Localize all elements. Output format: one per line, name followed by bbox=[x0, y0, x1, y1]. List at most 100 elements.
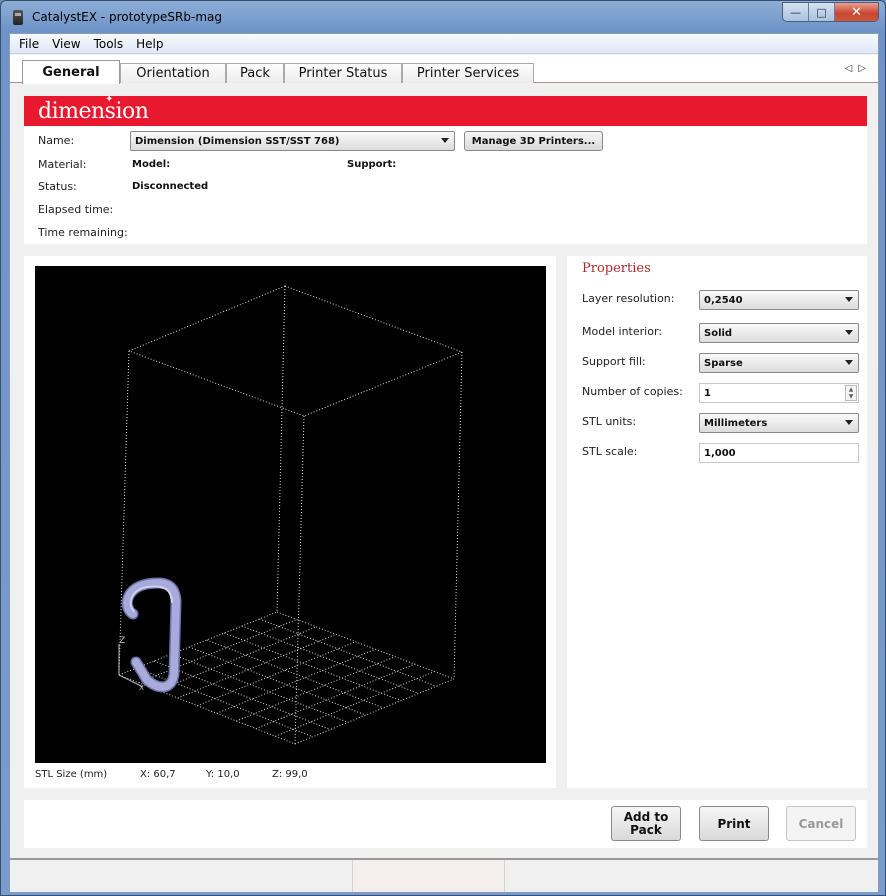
support-fill-select[interactable]: Sparse bbox=[699, 353, 859, 373]
stl-size-x: X: 60,7 bbox=[140, 769, 176, 780]
3d-viewport[interactable]: Z X bbox=[35, 266, 546, 763]
stl-scale-label: STL scale: bbox=[582, 445, 638, 458]
grid-line bbox=[157, 626, 317, 691]
envelope-edge-right bbox=[453, 351, 463, 680]
grid-line bbox=[294, 678, 455, 745]
grid-line bbox=[153, 660, 331, 731]
layer-resolution-label: Layer resolution: bbox=[582, 292, 675, 305]
window-controls: — □ ✕ bbox=[782, 2, 879, 22]
model-interior-value: Solid bbox=[704, 327, 733, 339]
grid-line bbox=[197, 641, 356, 707]
name-label: Name: bbox=[38, 134, 75, 147]
status-segment bbox=[504, 860, 505, 892]
app-window: CatalystEX - prototypeSRb-mag — □ ✕ File… bbox=[0, 0, 886, 896]
copies-stepper[interactable]: 1 ▲ ▼ bbox=[699, 383, 859, 403]
properties-title: Properties bbox=[582, 261, 651, 276]
menu-file[interactable]: File bbox=[19, 37, 39, 51]
material-label: Material: bbox=[38, 158, 87, 171]
print-button[interactable]: Print bbox=[699, 806, 769, 841]
copies-value: 1 bbox=[704, 387, 711, 399]
close-button[interactable]: ✕ bbox=[835, 3, 878, 21]
minimize-button[interactable]: — bbox=[783, 3, 809, 21]
copies-label: Number of copies: bbox=[582, 385, 683, 398]
stl-units-select[interactable]: Millimeters bbox=[699, 413, 859, 433]
properties-panel: Properties Layer resolution: 0,2540 Mode… bbox=[567, 256, 867, 788]
support-label: Support: bbox=[347, 159, 397, 170]
dimension-logo: dimension bbox=[38, 99, 149, 124]
manage-printers-button[interactable]: Manage 3D Printers... bbox=[464, 131, 603, 151]
chevron-down-icon bbox=[845, 360, 853, 365]
tab-pack[interactable]: Pack bbox=[226, 63, 284, 83]
viewer-panel: Z X STL Size (mm) X: 60,7 Y: 10,0 Z: 99,… bbox=[24, 256, 556, 788]
stl-size-y: Y: 10,0 bbox=[206, 769, 240, 780]
tab-printer-services[interactable]: Printer Services bbox=[402, 63, 534, 83]
client-area: File View Tools Help General Orientation… bbox=[9, 33, 879, 892]
tab-general[interactable]: General bbox=[22, 60, 120, 84]
add-to-pack-button[interactable]: Add to Pack bbox=[611, 806, 681, 841]
support-fill-value: Sparse bbox=[704, 357, 743, 369]
stl-scale-input[interactable]: 1,000 bbox=[699, 443, 859, 463]
app-icon bbox=[13, 10, 23, 25]
stl-units-value: Millimeters bbox=[704, 417, 768, 429]
printer-name-select[interactable]: Dimension (Dimension SST/SST 768) bbox=[130, 131, 455, 151]
maximize-icon: □ bbox=[816, 6, 827, 19]
spin-down-icon[interactable]: ▼ bbox=[849, 393, 854, 400]
status-value: Disconnected bbox=[132, 181, 209, 192]
spin-up-icon[interactable]: ▲ bbox=[849, 386, 854, 393]
axis-label-z: Z bbox=[119, 636, 125, 646]
menu-bar: File View Tools Help bbox=[10, 34, 878, 54]
chevron-down-icon bbox=[845, 420, 853, 425]
model-label: Model: bbox=[132, 159, 171, 170]
scroll-right-icon[interactable]: ▷ bbox=[858, 63, 872, 74]
support-fill-label: Support fill: bbox=[582, 355, 646, 368]
stl-scale-value: 1,000 bbox=[704, 447, 736, 459]
menu-tools[interactable]: Tools bbox=[94, 37, 124, 51]
grid-line bbox=[136, 667, 313, 738]
status-segment bbox=[352, 860, 504, 892]
grid-line bbox=[255, 663, 415, 730]
stl-units-label: STL units: bbox=[582, 415, 637, 428]
time-remaining-label: Time remaining: bbox=[38, 226, 128, 239]
envelope-edge-back bbox=[276, 285, 286, 613]
menu-help[interactable]: Help bbox=[136, 37, 163, 51]
axis-label-x: X bbox=[139, 684, 144, 692]
chevron-down-icon bbox=[441, 138, 449, 143]
printer-info-panel: Name: Dimension (Dimension SST/SST 768) … bbox=[24, 126, 867, 244]
layer-resolution-value: 0,2540 bbox=[704, 294, 743, 306]
grid-line bbox=[171, 653, 349, 723]
stl-size-label: STL Size (mm) bbox=[35, 769, 108, 780]
status-label: Status: bbox=[38, 180, 77, 193]
spin-buttons[interactable]: ▲ ▼ bbox=[845, 385, 857, 401]
status-bar bbox=[10, 858, 878, 892]
envelope-edge-left bbox=[118, 350, 130, 676]
tab-orientation[interactable]: Orientation bbox=[120, 63, 226, 83]
tab-strip: General Orientation Pack Printer Status … bbox=[10, 55, 878, 84]
chevron-down-icon bbox=[845, 330, 853, 335]
grid-line bbox=[224, 632, 402, 702]
printer-name-value: Dimension (Dimension SST/SST 768) bbox=[135, 135, 340, 147]
logo-mark-icon: ✦ bbox=[105, 94, 114, 105]
brand-banner: dimension ✦ bbox=[24, 94, 867, 126]
maximize-button[interactable]: □ bbox=[809, 3, 835, 21]
cancel-button[interactable]: Cancel bbox=[786, 806, 856, 841]
grid-line bbox=[138, 618, 297, 684]
stl-size-z: Z: 99,0 bbox=[272, 769, 308, 780]
model-interior-select[interactable]: Solid bbox=[699, 323, 859, 343]
grid-line bbox=[216, 648, 376, 714]
envelope-edge-front bbox=[294, 415, 305, 745]
grid-line bbox=[275, 671, 435, 737]
minimize-icon: — bbox=[790, 6, 801, 19]
menu-view[interactable]: View bbox=[52, 37, 80, 51]
close-icon: ✕ bbox=[851, 5, 862, 20]
grid-line bbox=[189, 646, 366, 716]
scroll-left-icon[interactable]: ◁ bbox=[845, 63, 859, 74]
envelope-top bbox=[127, 285, 464, 417]
tab-printer-status[interactable]: Printer Status bbox=[284, 63, 402, 83]
grid-line bbox=[241, 625, 419, 694]
tab-scroll: ◁▷ bbox=[845, 63, 872, 74]
layer-resolution-select[interactable]: 0,2540 bbox=[699, 290, 859, 310]
title-bar[interactable]: CatalystEX - prototypeSRb-mag — □ ✕ bbox=[1, 1, 885, 33]
chevron-down-icon bbox=[845, 297, 853, 302]
model-interior-label: Model interior: bbox=[582, 325, 662, 338]
window-title: CatalystEX - prototypeSRb-mag bbox=[32, 10, 222, 24]
